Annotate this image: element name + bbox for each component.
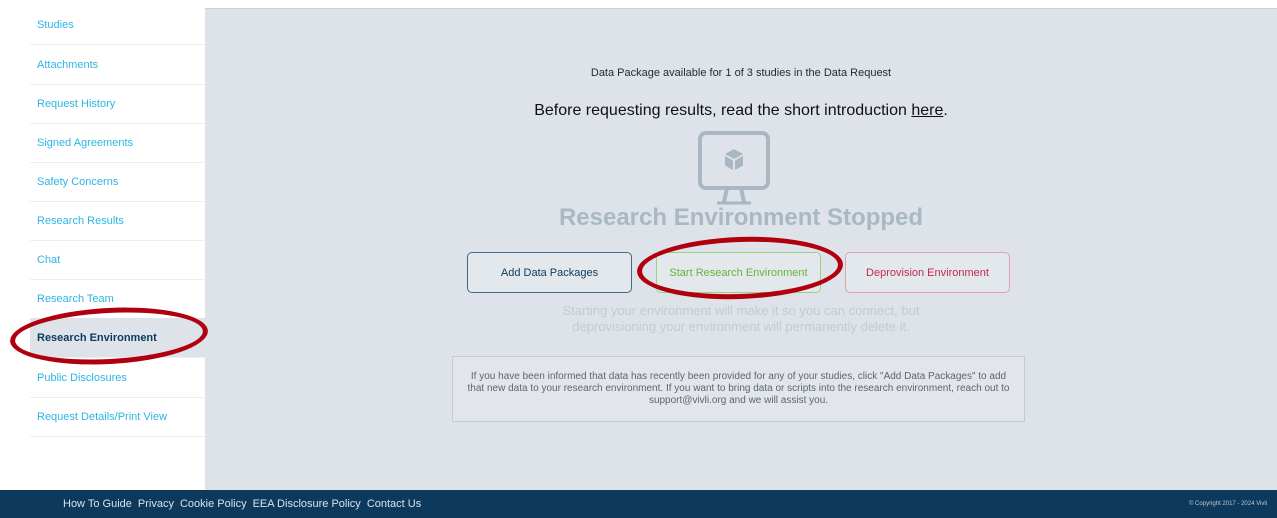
sidebar-item-studies[interactable]: Studies: [30, 5, 205, 45]
footer-link-privacy[interactable]: Privacy: [138, 498, 174, 510]
sidebar-item-research-results[interactable]: Research Results: [30, 201, 205, 241]
sidebar-item-request-details[interactable]: Request Details/Print View: [30, 397, 205, 437]
intro-suffix: .: [943, 102, 948, 119]
sidebar-item-label: Attachments: [37, 58, 99, 71]
sidebar-item-safety-concerns[interactable]: Safety Concerns: [30, 162, 205, 202]
add-data-packages-button[interactable]: Add Data Packages: [467, 252, 632, 293]
hint-line-1: Starting your environment will make it s…: [562, 303, 920, 318]
footer-link-contact-us[interactable]: Contact Us: [367, 498, 421, 510]
sidebar-item-label: Safety Concerns: [37, 175, 119, 188]
hint-line-2: deprovisioning your environment will per…: [572, 319, 910, 334]
sidebar-item-label: Studies: [37, 18, 74, 31]
sidebar-item-research-team[interactable]: Research Team: [30, 279, 205, 319]
top-bar: [205, 0, 1277, 8]
sidebar-item-research-environment[interactable]: Research Environment: [30, 318, 205, 358]
copyright-text: © Copyright 2017 - 2024 Vivli: [1188, 501, 1267, 507]
intro-link[interactable]: here: [911, 102, 943, 119]
sidebar-item-label: Request History: [37, 97, 116, 110]
info-text: If you have been informed that data has …: [467, 371, 1010, 406]
footer-link-eea-disclosure[interactable]: EEA Disclosure Policy: [253, 498, 361, 510]
data-package-availability: Data Package available for 1 of 3 studie…: [590, 67, 892, 79]
footer-link-how-to-guide[interactable]: How To Guide: [63, 498, 132, 510]
sidebar-item-signed-agreements[interactable]: Signed Agreements: [30, 123, 205, 163]
sidebar-item-public-disclosures[interactable]: Public Disclosures: [30, 358, 205, 398]
sidebar-item-attachments[interactable]: Attachments: [30, 45, 205, 85]
sidebar-item-chat[interactable]: Chat: [30, 240, 205, 280]
sidebar-item-label: Research Results: [37, 214, 124, 227]
start-research-environment-button[interactable]: Start Research Environment: [656, 252, 821, 293]
intro-text: Before requesting results, read the shor…: [205, 102, 1277, 120]
environment-hint: Starting your environment will make it s…: [205, 303, 1277, 335]
deprovision-environment-button[interactable]: Deprovision Environment: [845, 252, 1010, 293]
info-box: If you have been informed that data has …: [452, 356, 1025, 422]
monitor-icon: [697, 130, 782, 215]
sidebar-item-label: Research Environment: [37, 331, 157, 344]
environment-status-title: Research Environment Stopped: [558, 204, 924, 231]
sidebar-item-label: Public Disclosures: [37, 371, 127, 384]
footer-links: How To Guide Privacy Cookie Policy EEA D…: [63, 490, 421, 518]
sidebar-nav: Studies Attachments Request History Sign…: [0, 0, 205, 490]
research-environment-panel: Data Package available for 1 of 3 studie…: [205, 8, 1277, 491]
footer-link-cookie-policy[interactable]: Cookie Policy: [180, 498, 247, 510]
sidebar-item-label: Chat: [37, 253, 61, 266]
sidebar-item-label: Research Team: [37, 292, 114, 305]
intro-prefix: Before requesting results, read the shor…: [534, 102, 912, 119]
sidebar-item-label: Signed Agreements: [37, 136, 134, 149]
sidebar-item-request-history[interactable]: Request History: [30, 84, 205, 124]
footer: How To Guide Privacy Cookie Policy EEA D…: [0, 490, 1277, 518]
sidebar-item-label: Request Details/Print View: [37, 410, 168, 423]
